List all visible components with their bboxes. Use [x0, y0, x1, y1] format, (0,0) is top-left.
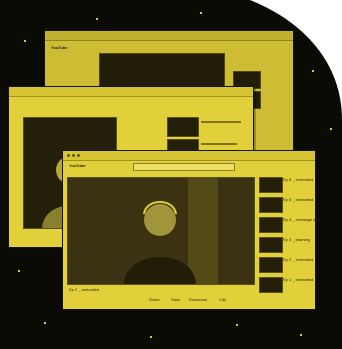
sparkle — [24, 40, 26, 42]
list-item-title: Ep 5 _ embodied — [283, 197, 314, 202]
clip-button[interactable]: Clip — [219, 297, 226, 302]
sparkle — [236, 324, 238, 326]
list-item-title: Ep 4 _ message with — [283, 217, 321, 222]
list-item[interactable]: Ep 1 _ embodied — [259, 277, 313, 295]
sparkle — [312, 70, 314, 72]
list-item-title: Ep 6 _ embodied — [283, 177, 314, 182]
video-player[interactable] — [67, 177, 255, 285]
window-titlebar — [45, 31, 293, 41]
search-input[interactable] — [133, 163, 235, 171]
video-title: Ep 2 _ embodied — [69, 287, 100, 292]
maximize-dot-icon[interactable] — [77, 154, 80, 157]
video-thumbnail — [259, 237, 283, 253]
text-placeholder — [201, 121, 241, 123]
sparkle — [18, 270, 20, 272]
video-thumbnail — [167, 117, 199, 137]
video-thumbnail — [259, 217, 283, 233]
sparkle — [330, 128, 332, 130]
download-button[interactable]: Download — [189, 297, 207, 302]
window-titlebar — [9, 87, 253, 97]
sparkle — [150, 336, 152, 338]
youtube-logo: YouTube — [51, 45, 68, 50]
video-thumbnail — [259, 197, 283, 213]
artwork: YouTube YouTube Ep 2 _ embodied Share Sa… — [0, 0, 342, 349]
video-thumbnail — [259, 257, 283, 273]
list-item[interactable]: Ep 3 _ learning — [259, 237, 313, 255]
main-browser-window: YouTube Ep 2 _ embodied Share Save Downl… — [62, 150, 320, 310]
save-button[interactable]: Save — [171, 297, 180, 302]
text-placeholder — [201, 143, 237, 145]
minimize-dot-icon[interactable] — [72, 154, 75, 157]
list-item[interactable]: Ep 2 _ embodied — [259, 257, 313, 275]
related-videos-list: Ep 6 _ embodied Ep 5 _ embodied Ep 4 _ m… — [259, 177, 320, 303]
list-item-title: Ep 1 _ embodied — [283, 277, 314, 282]
list-item-title: Ep 2 _ embodied — [283, 257, 314, 262]
sparkle — [44, 322, 46, 324]
window-titlebar — [63, 151, 315, 161]
sparkle — [200, 12, 202, 14]
youtube-logo[interactable]: YouTube — [69, 163, 86, 168]
close-dot-icon[interactable] — [67, 154, 70, 157]
share-button[interactable]: Share — [149, 297, 160, 302]
sparkle — [96, 18, 98, 20]
video-thumbnail — [259, 277, 283, 293]
speaker-in-video — [68, 178, 254, 284]
video-thumbnail — [259, 177, 283, 193]
list-item[interactable]: Ep 4 _ message with — [259, 217, 320, 235]
list-item[interactable]: Ep 6 _ embodied — [259, 177, 313, 195]
list-item-title: Ep 3 _ learning — [283, 237, 310, 242]
list-item[interactable]: Ep 5 _ embodied — [259, 197, 313, 215]
sparkle — [300, 334, 302, 336]
